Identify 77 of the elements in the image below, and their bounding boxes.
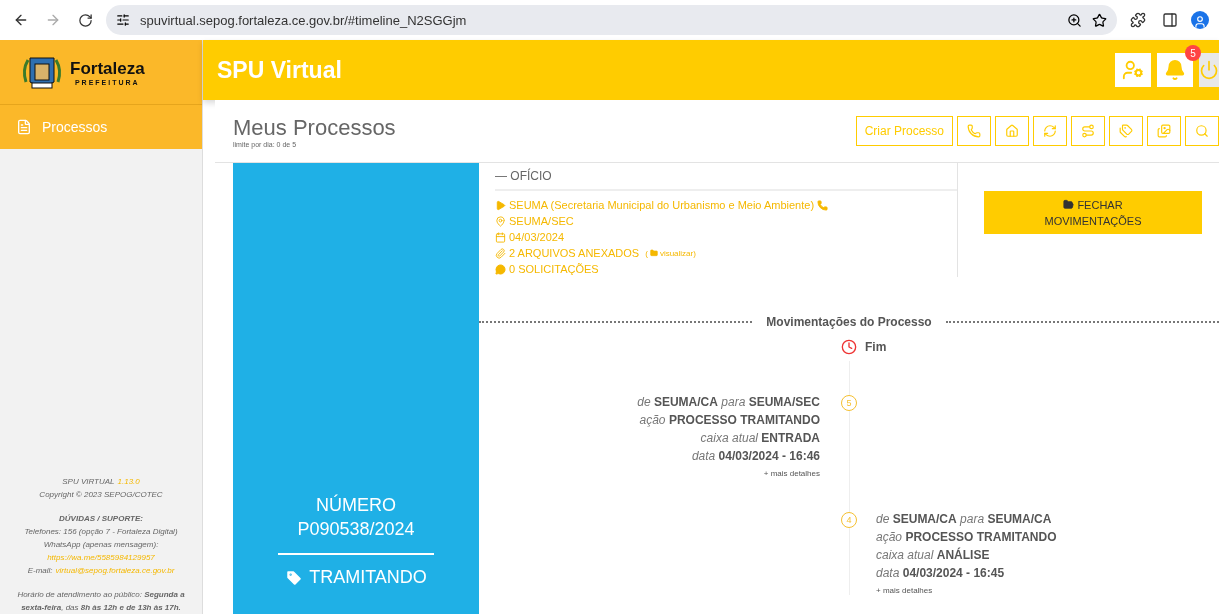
timeline-text: ação PROCESSO TRAMITANDO: [876, 529, 1057, 546]
person-icon[interactable]: [1193, 15, 1207, 29]
process-type: — OFÍCIO: [495, 169, 957, 191]
route-icon[interactable]: [1081, 124, 1095, 138]
site-settings-icon[interactable]: [116, 13, 130, 27]
calendar-icon: [495, 231, 506, 243]
paperclip-icon: [495, 247, 506, 259]
power-icon[interactable]: [1199, 59, 1219, 81]
clock-icon: [841, 339, 857, 355]
step-number: 4: [841, 512, 857, 528]
zoom-icon[interactable]: [1067, 12, 1082, 28]
detail-text: 04/03/2024: [509, 231, 565, 243]
detail-text: 0 SOLICITAÇÕES: [509, 263, 599, 275]
tag-icon: [285, 568, 304, 587]
sidebar-item[interactable]: Processos: [0, 105, 202, 149]
copyright-text: Copyright © 2023 SEPOG/COTEC: [39, 489, 163, 501]
logo-name: Fortaleza: [70, 58, 145, 79]
images-icon[interactable]: [1157, 124, 1171, 138]
chat-icon: [495, 263, 506, 275]
refresh-icon[interactable]: [1043, 124, 1057, 138]
search-button[interactable]: [1185, 116, 1219, 146]
map-pin-icon: [495, 215, 506, 227]
timeline-text: de SEUMA/CA para SEUMA/CA: [876, 511, 1052, 528]
whatsapp-link[interactable]: https://wa.me/5585984129957: [47, 551, 155, 564]
notification-badge: 5: [1185, 45, 1201, 61]
images-button[interactable]: [1147, 116, 1181, 146]
timeline-title: Movimentações do Processo: [766, 315, 932, 329]
home-button[interactable]: [995, 116, 1029, 146]
folder-icon: [649, 249, 658, 257]
process-number-label: NÚMERO: [316, 493, 396, 517]
page-title: Meus Processos: [233, 114, 397, 141]
timeline-text: caixa atual ANÁLISE: [876, 546, 990, 564]
process-number: P090538/2024: [297, 518, 415, 541]
phone-icon[interactable]: [967, 124, 981, 138]
timeline-text: ação PROCESSO TRAMITANDO: [639, 412, 820, 429]
timeline-text: data 04/03/2024 - 16:46: [691, 448, 820, 465]
bell-icon[interactable]: [1164, 59, 1186, 81]
timeline-text: caixa atual ENTRADA: [700, 430, 820, 447]
user-tag-button[interactable]: [1115, 53, 1151, 87]
timeline-end: Fim: [841, 339, 1219, 355]
refresh-button[interactable]: [1033, 116, 1067, 146]
bookmark-icon[interactable]: [1092, 12, 1107, 28]
support-title: DÚVIDAS / SUPORTE:: [59, 513, 143, 525]
process-status: TRAMITANDO: [285, 567, 427, 588]
close-movements-button[interactable]: FECHAR MOVIMENTAÇÕES: [984, 191, 1202, 234]
detail-text: SEUMA/SEC: [509, 215, 574, 227]
profile-avatar[interactable]: [1191, 11, 1209, 29]
opening-hours-text: Horário de atendimento ao público: Segunda a sexta-feira, das 8h às 12h e de 13h às 17h.: [16, 589, 186, 614]
tags-button[interactable]: [1109, 116, 1143, 146]
create-process-button[interactable]: Criar Processo: [855, 116, 953, 146]
tags-icon[interactable]: [1119, 124, 1133, 138]
document-icon[interactable]: [16, 119, 32, 135]
details-link[interactable]: + mais detalhes: [763, 469, 820, 478]
whatsapp-label: WhatsApp (apenas mensagem):: [43, 539, 159, 551]
folder-open-icon: [1063, 198, 1075, 210]
version-number: 1.13.0: [117, 476, 140, 488]
search-icon[interactable]: [1195, 124, 1209, 138]
step-number: 5: [841, 395, 857, 411]
route-button[interactable]: [1071, 116, 1105, 146]
email-label: E-mail:: [27, 565, 53, 577]
phone-icon: [817, 199, 829, 211]
timeline-text: de SEUMA/CA para SEUMA/SEC: [637, 394, 820, 411]
power-button[interactable]: [1199, 53, 1219, 87]
view-files-link[interactable]: ( visualizar): [645, 248, 696, 258]
user-gear-icon[interactable]: [1122, 59, 1144, 81]
details-link[interactable]: + mais detalhes: [876, 586, 933, 595]
address-bar[interactable]: spuvirtual.sepog.fortaleza.ce.gov.br/#timeline_N2SGGjm: [106, 5, 1117, 35]
phone-button[interactable]: [957, 116, 991, 146]
detail-text: 2 ARQUIVOS ANEXADOS: [509, 247, 640, 259]
timeline-text: data 04/03/2024 - 16:45: [876, 565, 1005, 582]
phones-text: Telefones: 156 (opção 7 - Fortaleza Digital): [24, 526, 178, 538]
app-title: SPU Virtual: [217, 56, 343, 84]
email-link[interactable]: virtual@sepog.fortaleza.ce.gov.br: [55, 564, 175, 577]
home-icon[interactable]: [1005, 124, 1019, 138]
detail-text: SEUMA (Secretaria Municipal do Urbanismo e Meio Ambiente): [509, 199, 815, 211]
play-icon: [495, 199, 506, 211]
app-name: SPU VIRTUAL: [62, 476, 115, 488]
